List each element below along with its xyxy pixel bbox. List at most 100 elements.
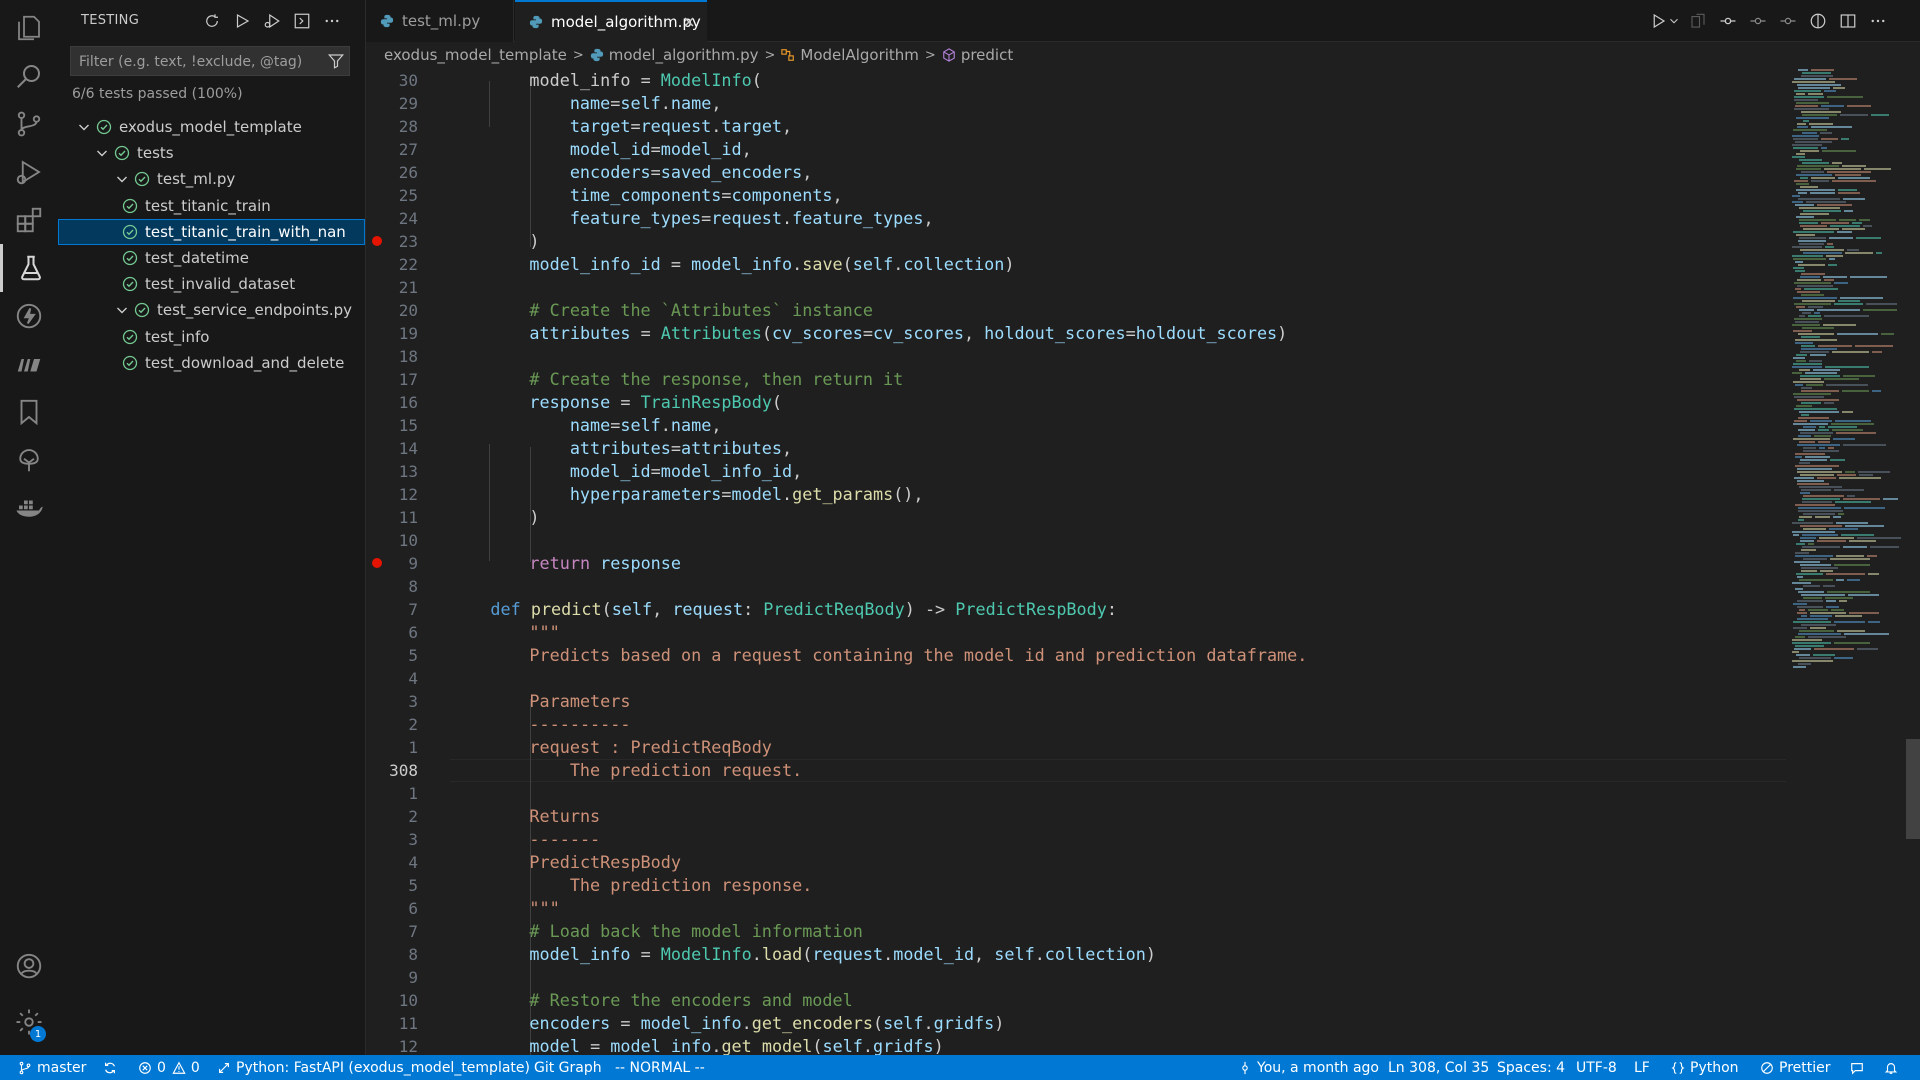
test-group[interactable]: test_service_endpoints.py [58, 297, 365, 323]
end-of-line[interactable]: LF [1634, 1055, 1650, 1080]
minimap-line [1808, 609, 1828, 611]
minimap-line [1838, 192, 1860, 194]
minimap-line [1792, 642, 1831, 644]
sync-icon[interactable] [103, 1055, 122, 1080]
minimap-line [1824, 90, 1836, 92]
test-item[interactable]: test_titanic_train [58, 193, 365, 219]
minimap-line [1838, 300, 1860, 302]
show-output-icon[interactable] [290, 9, 314, 33]
minimap-line [1810, 612, 1846, 614]
minimap-line [1794, 561, 1820, 563]
minimap-line [1799, 486, 1842, 488]
minimap-line [1800, 213, 1829, 215]
run-all-tests-icon[interactable] [230, 9, 254, 33]
tab-model-algorithm[interactable]: model_algorithm.py [515, 0, 707, 42]
minimap[interactable] [1786, 69, 1906, 1055]
git-graph-button[interactable]: Git Graph [534, 1055, 602, 1080]
test-group[interactable]: test_ml.py [58, 166, 365, 192]
minimap-line [1817, 477, 1836, 479]
minimap-line [1845, 252, 1873, 254]
git-branch[interactable]: master [18, 1055, 86, 1080]
scrollbar-thumb[interactable] [1906, 739, 1920, 839]
minimap-line [1803, 450, 1839, 452]
docker-icon[interactable] [0, 484, 58, 532]
filter-icon[interactable] [327, 52, 345, 70]
run-dropdown-chevron-icon[interactable] [1667, 10, 1681, 32]
git-blame[interactable]: You, a month ago [1238, 1055, 1379, 1080]
account-icon[interactable] [0, 942, 58, 990]
minimap-line [1814, 435, 1831, 437]
refresh-tests-icon[interactable] [200, 9, 224, 33]
test-item[interactable]: test_titanic_train_with_nan [58, 218, 365, 245]
test-group[interactable]: tests [58, 140, 365, 166]
minimap-line [1794, 282, 1831, 284]
chevron-down-icon[interactable] [114, 302, 130, 318]
previous-change-icon[interactable] [1747, 10, 1769, 32]
line-number: 2 [408, 807, 418, 826]
bookmarks-icon[interactable] [0, 388, 58, 436]
tab-test-ml[interactable]: test_ml.py [366, 0, 514, 42]
minimap-line [1800, 378, 1821, 380]
minimap-line [1803, 447, 1816, 449]
editor-more-actions-icon[interactable] [1867, 10, 1889, 32]
git-compare-icon[interactable] [1717, 10, 1739, 32]
minimap-line [1800, 177, 1808, 179]
chevron-down-icon[interactable] [94, 145, 110, 161]
extensions-icon[interactable] [0, 196, 58, 244]
breadcrumb-class[interactable]: ModelAlgorithm [781, 46, 919, 64]
problems-indicator[interactable]: 0 0 [138, 1055, 200, 1080]
indentation[interactable]: Spaces: 4 [1497, 1055, 1565, 1080]
language-mode[interactable]: Python [1671, 1055, 1739, 1080]
testing-icon[interactable] [0, 244, 58, 292]
close-tab-icon[interactable] [681, 14, 697, 30]
test-item[interactable]: test_info [58, 324, 365, 350]
code-editor[interactable]: 30 29 28 27 26 25 24 23 22 21 20 19 18 17 16 15 14 13 12 11… [366, 69, 1786, 1055]
next-change-icon[interactable] [1777, 10, 1799, 32]
feedback-icon[interactable] [1850, 1055, 1869, 1080]
minimap-line [1797, 612, 1807, 614]
notifications-bell-icon[interactable] [1884, 1055, 1903, 1080]
test-item[interactable]: test_invalid_dataset [58, 271, 365, 297]
minimap-line [1797, 126, 1808, 128]
mongodb-icon[interactable] [0, 340, 58, 388]
test-item[interactable]: test_datetime [58, 245, 365, 271]
editor-scrollbar[interactable] [1906, 69, 1920, 1055]
breakpoint-dot[interactable] [372, 236, 382, 246]
search-icon[interactable] [0, 52, 58, 100]
test-item[interactable]: test_download_and_delete [58, 350, 365, 376]
minimap-line [1843, 546, 1867, 548]
manage-gear-icon[interactable]: 1 [0, 998, 58, 1046]
explorer-icon[interactable] [0, 4, 58, 52]
code-line: ) [529, 507, 540, 527]
minimap-line [1796, 573, 1823, 575]
breadcrumb-file[interactable]: model_algorithm.py [590, 46, 759, 64]
open-changes-icon[interactable] [1687, 10, 1709, 32]
more-actions-icon[interactable] [320, 9, 344, 33]
timeline-icon[interactable] [1807, 10, 1829, 32]
run-debug-icon[interactable] [0, 148, 58, 196]
thunder-client-icon[interactable] [0, 292, 58, 340]
breakpoint-dot[interactable] [372, 558, 382, 568]
test-group[interactable]: exodus_model_template [58, 114, 365, 140]
tree-icon[interactable] [0, 436, 58, 484]
breadcrumb-method[interactable]: predict [942, 46, 1013, 64]
test-filter [70, 46, 350, 77]
minimap-line [1847, 579, 1860, 581]
minimap-line [1838, 513, 1844, 515]
prettier-formatter[interactable]: Prettier [1760, 1055, 1831, 1080]
chevron-down-icon[interactable] [114, 171, 130, 187]
test-filter-input[interactable] [71, 47, 321, 77]
run-python-file-icon[interactable] [1647, 10, 1669, 32]
breadcrumb-folder[interactable]: exodus_model_template [384, 46, 567, 64]
minimap-line [1856, 237, 1881, 239]
debug-all-tests-icon[interactable] [260, 9, 284, 33]
chevron-down-icon[interactable] [76, 119, 92, 135]
encoding[interactable]: UTF-8 [1576, 1055, 1617, 1080]
minimap-line [1803, 558, 1827, 560]
minimap-line [1803, 528, 1826, 530]
minimap-line [1800, 537, 1816, 539]
source-control-icon[interactable] [0, 100, 58, 148]
cursor-position[interactable]: Ln 308, Col 35 [1388, 1055, 1489, 1080]
python-interpreter[interactable]: Python: FastAPI (exodus_model_template) [217, 1055, 530, 1080]
split-editor-icon[interactable] [1837, 10, 1859, 32]
